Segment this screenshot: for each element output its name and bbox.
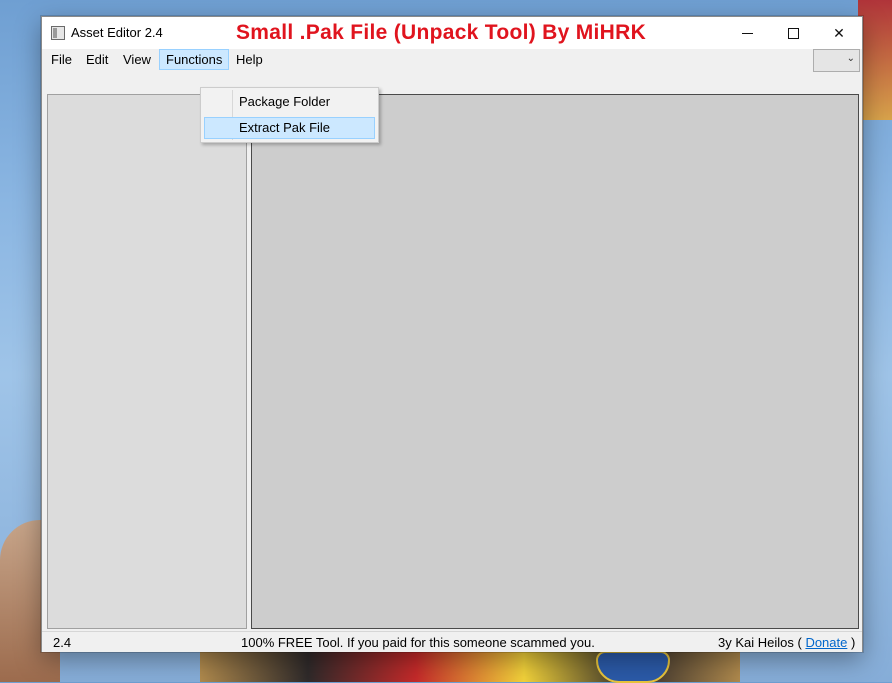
menu-view[interactable]: View bbox=[117, 49, 157, 70]
status-message: 100% FREE Tool. If you paid for this som… bbox=[241, 635, 595, 650]
app-window: Asset Editor 2.4 Small .Pak File (Unpack… bbox=[41, 16, 863, 652]
menu-edit[interactable]: Edit bbox=[80, 49, 114, 70]
menu-item-label: Package Folder bbox=[239, 94, 331, 109]
menu-item-package-folder[interactable]: Package Folder bbox=[204, 91, 375, 113]
minimize-button[interactable] bbox=[724, 17, 770, 49]
credit-prefix: 3y Kai Heilos ( bbox=[718, 635, 802, 650]
menu-help[interactable]: Help bbox=[230, 49, 269, 70]
menu-item-label: Extract Pak File bbox=[239, 120, 331, 135]
window-title: Asset Editor 2.4 bbox=[71, 25, 163, 40]
chevron-down-icon: ⌄ bbox=[846, 53, 855, 64]
toolbar-dropdown[interactable]: ⌄ bbox=[813, 49, 860, 72]
file-tree-pane[interactable] bbox=[47, 94, 247, 629]
maximize-icon bbox=[787, 27, 799, 39]
menu-functions[interactable]: Functions bbox=[159, 49, 230, 70]
overlay-banner: Small .Pak File (Unpack Tool) By MiHRK bbox=[236, 21, 647, 44]
title-bar[interactable]: Asset Editor 2.4 Small .Pak File (Unpack… bbox=[42, 17, 862, 49]
close-button[interactable]: ✕ bbox=[816, 17, 862, 49]
menu-bar: File Edit View Functions Help bbox=[42, 49, 862, 71]
credit-suffix: ) bbox=[850, 635, 856, 650]
maximize-button[interactable] bbox=[770, 17, 816, 49]
desktop-background-figure bbox=[858, 0, 892, 120]
menu-file[interactable]: File bbox=[45, 49, 78, 70]
content-pane[interactable] bbox=[251, 94, 859, 629]
status-credit: 3y Kai Heilos ( Donate ) bbox=[718, 635, 855, 650]
menu-item-extract-pak-file[interactable]: Extract Pak File bbox=[204, 117, 375, 139]
donate-link[interactable]: Donate bbox=[805, 635, 847, 650]
functions-dropdown-menu: Package Folder Extract Pak File bbox=[200, 87, 379, 143]
minimize-icon bbox=[741, 32, 753, 34]
status-bar: 2.4 100% FREE Tool. If you paid for this… bbox=[42, 631, 862, 652]
close-icon: ✕ bbox=[833, 24, 845, 41]
app-icon bbox=[51, 26, 65, 40]
desktop-background-badge bbox=[596, 651, 670, 683]
status-version: 2.4 bbox=[53, 635, 72, 650]
